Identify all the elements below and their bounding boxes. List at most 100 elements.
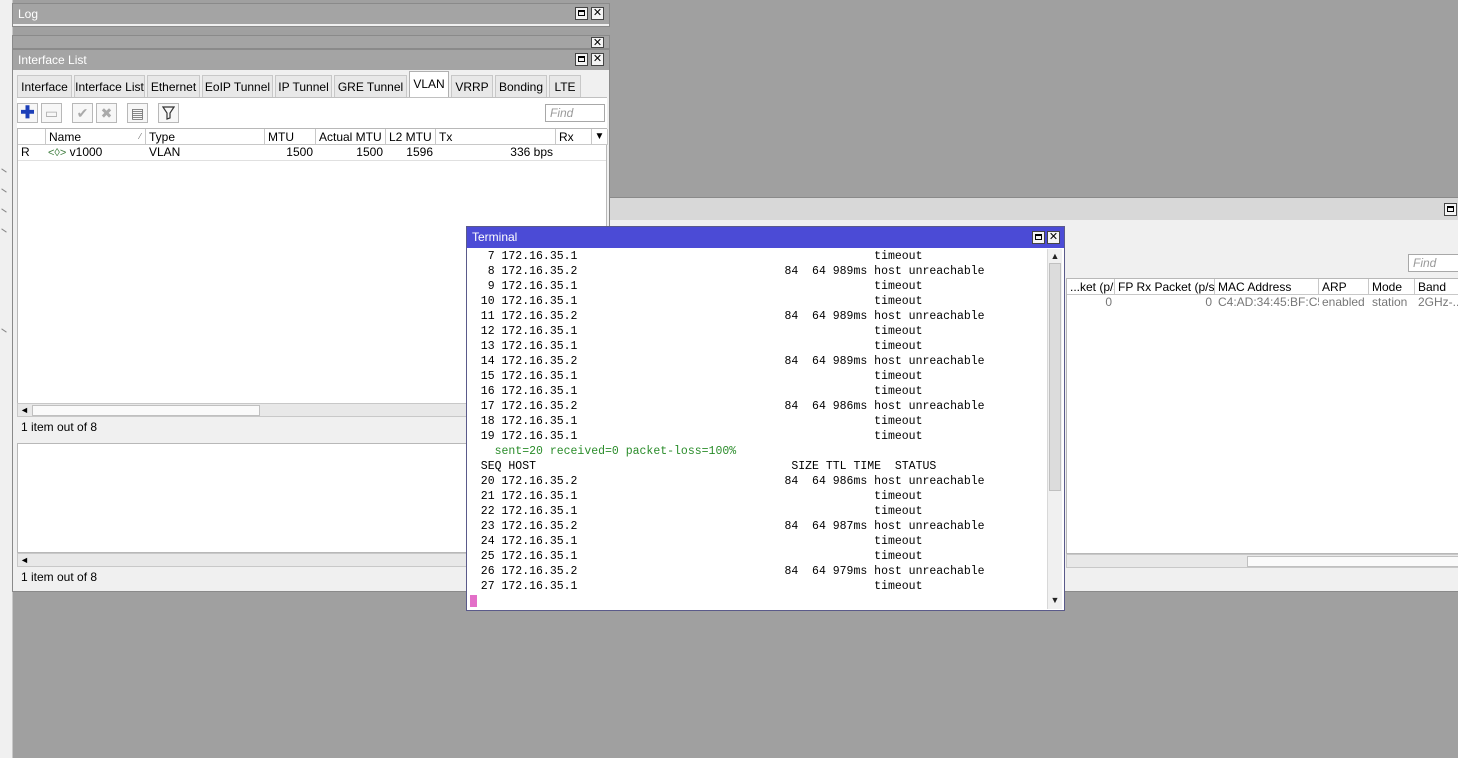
- maximize-icon[interactable]: [575, 7, 588, 20]
- status-count-lower: 1 item out of 8: [21, 570, 98, 584]
- scroll-thumb[interactable]: [32, 405, 260, 416]
- vlan-icon: <◊>: [48, 147, 67, 159]
- column-header-tx[interactable]: Tx: [436, 129, 556, 145]
- close-icon[interactable]: ✕: [591, 7, 604, 20]
- tab-vrrp[interactable]: VRRP: [451, 75, 493, 97]
- tab-eoip-tunnel[interactable]: EoIP Tunnel: [202, 75, 273, 97]
- background-window[interactable]: ✕: [12, 35, 610, 49]
- scroll-thumb[interactable]: [1247, 556, 1458, 567]
- comment-icon[interactable]: ▤: [127, 103, 148, 123]
- column-header[interactable]: Band: [1415, 279, 1458, 295]
- column-header-l2-mtu[interactable]: L2 MTU: [386, 129, 436, 145]
- table-row[interactable]: R <◊> v1000 VLAN 1500 1500 1596 336 bps: [18, 145, 606, 161]
- scroll-thumb[interactable]: [1049, 263, 1061, 491]
- terminal-line: 20 172.16.35.2 84 64 986ms host unreacha…: [467, 475, 985, 488]
- tab-interface[interactable]: Interface: [17, 75, 72, 97]
- cell-arp: enabled: [1322, 295, 1365, 309]
- column-header-mtu[interactable]: MTU: [265, 129, 316, 145]
- interface-list-title: Interface List: [13, 50, 609, 70]
- column-header-name[interactable]: Name ⁄: [46, 129, 146, 145]
- wireless-window-title: [610, 198, 1458, 220]
- window-title-text: Terminal: [472, 230, 518, 244]
- terminal-line: 10 172.16.35.1 timeout: [467, 295, 923, 308]
- terminal-line: 27 172.16.35.1 timeout: [467, 580, 923, 593]
- terminal-line: 7 172.16.35.1 timeout: [467, 250, 923, 263]
- cell-band: 2GHz-...: [1418, 295, 1458, 309]
- background-window-title: [13, 36, 609, 48]
- column-header[interactable]: Mode: [1369, 279, 1415, 295]
- maximize-icon[interactable]: [1444, 203, 1457, 216]
- scroll-left-icon[interactable]: ◄: [20, 554, 29, 566]
- cell-l2-mtu: 1596: [406, 145, 433, 159]
- cell-mtu: 1500: [286, 145, 313, 159]
- cell-type: VLAN: [149, 145, 181, 159]
- find-placeholder: Find: [550, 106, 574, 120]
- terminal-line: 13 172.16.35.1 timeout: [467, 340, 923, 353]
- terminal-line: 16 172.16.35.1 timeout: [467, 385, 923, 398]
- terminal-window[interactable]: Terminal ✕ 7 172.16.35.1 timeout 8 172.1…: [466, 226, 1065, 611]
- column-header-rx[interactable]: Rx: [556, 129, 592, 145]
- find-input[interactable]: Find: [1408, 254, 1458, 272]
- x-icon[interactable]: ✖: [96, 103, 117, 123]
- tab-interface-list[interactable]: Interface List: [74, 75, 145, 97]
- cell-tx: 336 bps: [510, 145, 553, 159]
- cell-actual-mtu: 1500: [356, 145, 383, 159]
- minus-icon[interactable]: ▭: [41, 103, 62, 123]
- column-header-flag[interactable]: [18, 129, 46, 145]
- tab-gre-tunnel[interactable]: GRE Tunnel: [334, 75, 407, 97]
- column-header[interactable]: ARP: [1319, 279, 1369, 295]
- tab-lte[interactable]: LTE: [549, 75, 581, 97]
- close-icon[interactable]: ✕: [591, 53, 604, 66]
- close-icon[interactable]: ✕: [591, 37, 604, 48]
- column-header-actual-mtu[interactable]: Actual MTU: [316, 129, 386, 145]
- terminal-line: 11 172.16.35.2 84 64 989ms host unreacha…: [467, 310, 985, 323]
- strip-mark: [1, 228, 7, 233]
- cell-fp-rx: 0: [1205, 295, 1212, 309]
- tab-ip-tunnel[interactable]: IP Tunnel: [275, 75, 332, 97]
- terminal-line: 12 172.16.35.1 timeout: [467, 325, 923, 338]
- terminal-line: 25 172.16.35.1 timeout: [467, 550, 923, 563]
- column-header-type[interactable]: Type: [146, 129, 265, 145]
- scroll-up-icon[interactable]: ▲: [1048, 249, 1062, 263]
- maximize-icon[interactable]: [575, 53, 588, 66]
- terminal-line: 9 172.16.35.1 timeout: [467, 280, 923, 293]
- maximize-icon[interactable]: [1032, 231, 1045, 244]
- terminal-line: 17 172.16.35.2 84 64 986ms host unreacha…: [467, 400, 985, 413]
- horizontal-scrollbar[interactable]: [1066, 554, 1458, 568]
- terminal-line: 8 172.16.35.2 84 64 989ms host unreachab…: [467, 265, 985, 278]
- wireless-table: ...ket (p/s) FP Rx Packet (p/s) MAC Addr…: [1066, 278, 1458, 554]
- plus-icon[interactable]: ✚: [17, 103, 38, 123]
- cell-mac: C4:AD:34:45:BF:C5: [1218, 295, 1319, 309]
- tab-vlan[interactable]: VLAN: [409, 71, 449, 97]
- find-input[interactable]: Find: [545, 104, 605, 122]
- log-window[interactable]: Log ✕: [12, 3, 610, 27]
- close-icon[interactable]: ✕: [1047, 231, 1060, 244]
- terminal-line: SEQ HOST SIZE TTL TIME STATUS: [467, 460, 937, 473]
- column-header[interactable]: FP Rx Packet (p/s): [1115, 279, 1215, 295]
- filter-icon[interactable]: [158, 103, 179, 123]
- scroll-left-icon[interactable]: ◄: [20, 404, 29, 416]
- terminal-title: Terminal: [467, 227, 1064, 248]
- toolbar: ✚ ▭ ✔ ✖ ▤ Find: [17, 97, 607, 130]
- terminal-line: 14 172.16.35.2 84 64 989ms host unreacha…: [467, 355, 985, 368]
- strip-mark: [1, 208, 7, 213]
- strip-mark: [1, 168, 7, 173]
- cell-name-text: v1000: [69, 145, 103, 159]
- terminal-line: 22 172.16.35.1 timeout: [467, 505, 923, 518]
- scroll-down-icon[interactable]: ▼: [1048, 593, 1062, 607]
- cell-mode: station: [1372, 295, 1408, 309]
- table-row[interactable]: 0 0 C4:AD:34:45:BF:C5 enabled station 2G…: [1067, 295, 1458, 310]
- cell-flag: R: [21, 145, 30, 159]
- column-header[interactable]: ...ket (p/s): [1067, 279, 1115, 295]
- tab-ethernet[interactable]: Ethernet: [147, 75, 200, 97]
- cell-rx: [556, 145, 592, 160]
- terminal-line: sent=20 received=0 packet-loss=100%: [467, 445, 737, 458]
- column-menu-icon[interactable]: ▼: [592, 129, 608, 145]
- column-header[interactable]: MAC Address: [1215, 279, 1319, 295]
- find-placeholder: Find: [1413, 256, 1437, 270]
- vertical-scrollbar[interactable]: ▲ ▼: [1047, 249, 1062, 609]
- strip-mark: [1, 188, 7, 193]
- terminal-output[interactable]: 7 172.16.35.1 timeout 8 172.16.35.2 84 6…: [467, 249, 1047, 594]
- check-icon[interactable]: ✔: [72, 103, 93, 123]
- tab-bonding[interactable]: Bonding: [495, 75, 547, 97]
